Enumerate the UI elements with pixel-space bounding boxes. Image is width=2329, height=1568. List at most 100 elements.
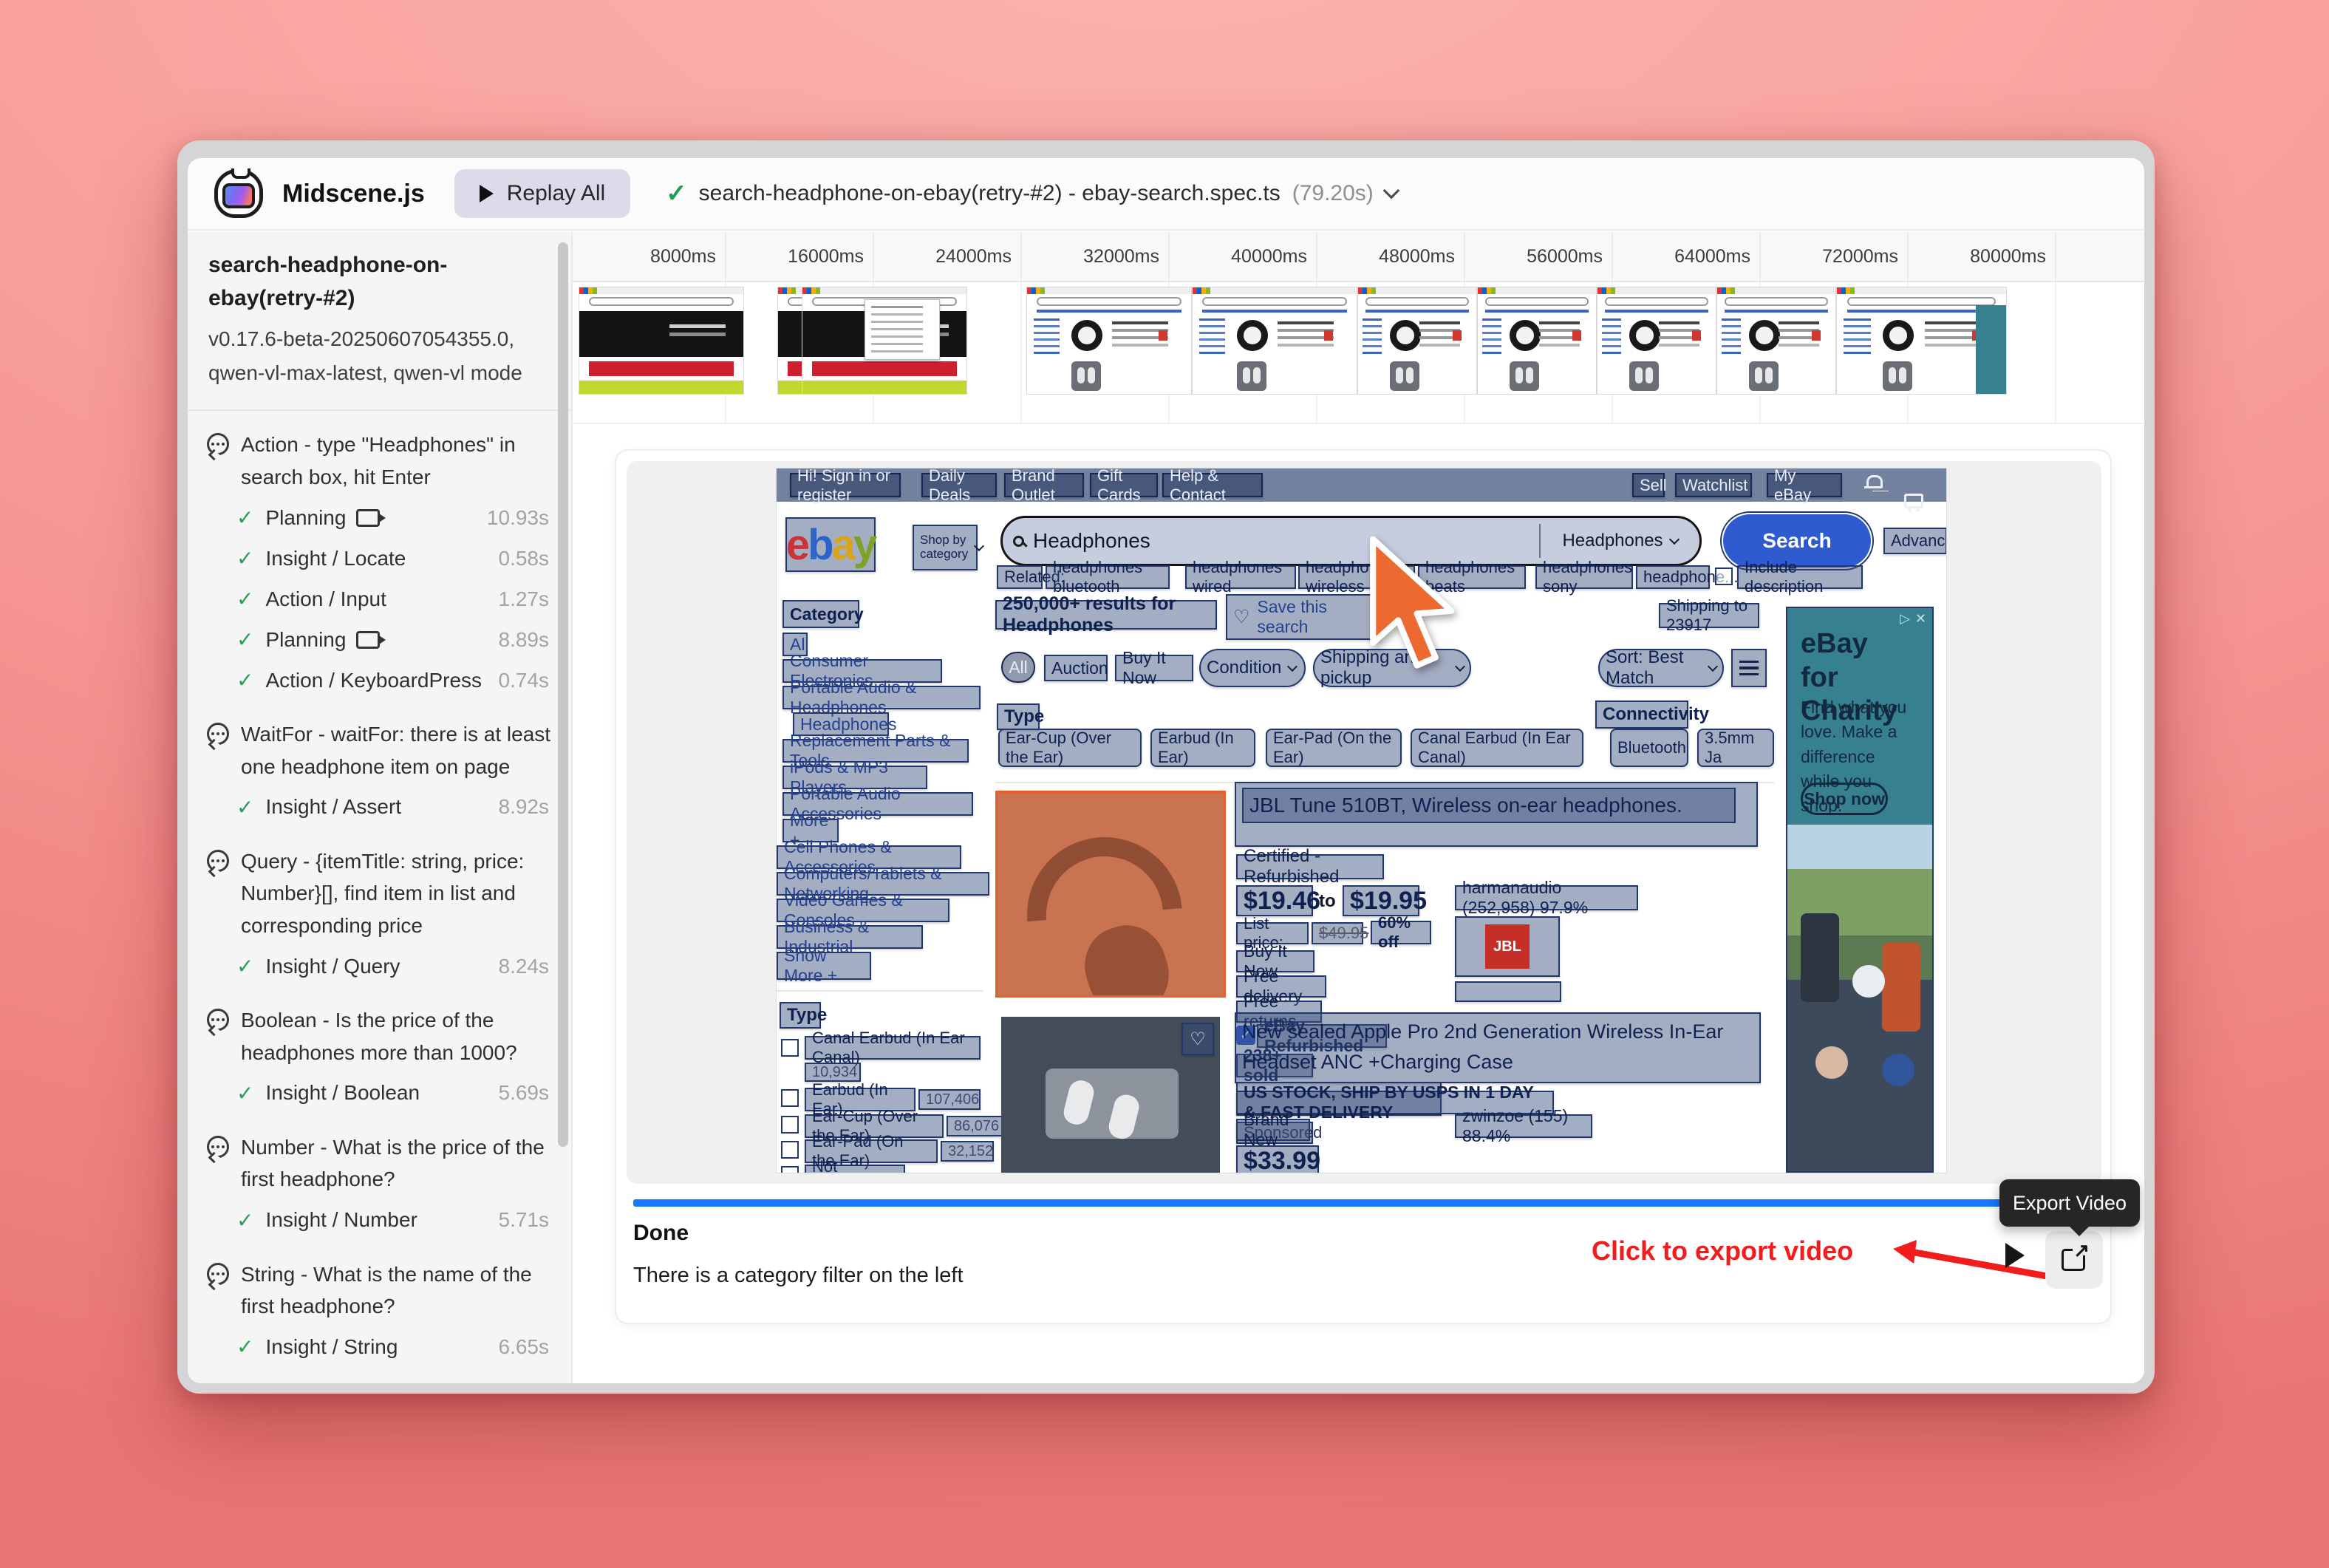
item2-image[interactable]: ♡ (1001, 1017, 1220, 1173)
item1-condition: Certified - Refurbished (1236, 854, 1384, 879)
step-group[interactable]: Query - {itemTitle: string, price: Numbe… (188, 828, 571, 946)
step-time: 8.89s (499, 628, 550, 652)
chevron-down-icon (1708, 661, 1718, 672)
sort-dropdown[interactable]: Sort: Best Match (1598, 649, 1724, 687)
step-row[interactable]: ✓Insight / Number5.71s (188, 1200, 571, 1241)
type-chip[interactable]: Ear-Cup (Over the Ear) (998, 729, 1142, 767)
rail-checkbox[interactable] (781, 1089, 799, 1107)
filter-buy-it-now[interactable]: Buy It Now (1115, 655, 1193, 681)
step-row[interactable]: ✓Planning10.93s (188, 497, 571, 538)
timeline-screenshot-thumbnail[interactable] (1597, 287, 1716, 395)
shop-by-category-dropdown[interactable]: Shop by category (913, 525, 978, 570)
connectivity-chip[interactable]: Bluetooth (1610, 729, 1688, 767)
ebay-nav-gift-cards[interactable]: Gift Cards (1090, 473, 1158, 497)
step-row[interactable]: ✓Insight / Boolean5.69s (188, 1073, 571, 1114)
view-list-icon[interactable] (1731, 649, 1767, 687)
cursor-icon (1368, 536, 1461, 669)
timeline-screenshot-thumbnail[interactable] (802, 287, 967, 395)
filter-all[interactable]: All (1001, 652, 1035, 683)
replay-all-button[interactable]: Replay All (454, 169, 630, 218)
item1-title-box[interactable]: JBL Tune 510BT, Wireless on-ear headphon… (1235, 782, 1758, 847)
watch-heart-icon[interactable]: ♡ (1181, 1023, 1214, 1055)
check-icon: ✓ (236, 1208, 253, 1233)
ebay-nav-myebay[interactable]: My eBay (1767, 473, 1842, 497)
timeline-screenshot-thumbnail[interactable] (1836, 287, 2007, 395)
main-area: 8000ms 16000ms 24000ms 32000ms 40000ms 4… (573, 232, 2144, 1383)
step-name: Planning (265, 506, 346, 530)
include-description-checkbox[interactable] (1715, 567, 1733, 585)
ebay-nav-signin[interactable]: Hi! Sign in or register (790, 473, 901, 497)
ebay-nav-sell[interactable]: Sell (1632, 473, 1665, 497)
rail-item[interactable]: Show More + (777, 952, 871, 980)
item2-seller[interactable]: zwinzoe (155) 88.4% (1455, 1114, 1592, 1138)
step-row[interactable]: ✓Insight / Query8.24s (188, 946, 571, 986)
rail-check-label[interactable]: Canal Earbud (In Ear Canal) (805, 1036, 981, 1060)
ebay-nav-help[interactable]: Help & Contact (1162, 473, 1263, 497)
related-chip[interactable]: headphones bluetooth (1046, 565, 1170, 589)
timeline-screenshot-thumbnail[interactable] (1192, 287, 1357, 395)
ad-close-icon[interactable]: ✕ (1915, 611, 1926, 627)
step-row[interactable]: ✓Planning8.89s (188, 619, 571, 660)
timeline-screenshot-thumbnail[interactable] (1477, 287, 1597, 395)
timeline-screenshot-thumbnail[interactable] (1026, 287, 1192, 395)
step-group[interactable]: Boolean - Is the price of the headphones… (188, 986, 571, 1073)
ebay-logo[interactable]: ebay (785, 517, 876, 572)
filter-auction[interactable]: Auction (1044, 655, 1108, 681)
step-row[interactable]: ✓Insight / String6.65s (188, 1326, 571, 1367)
rail-item[interactable]: Portable Audio & Headphones (782, 686, 981, 709)
bell-icon[interactable] (1864, 475, 1883, 493)
related-chip[interactable]: headphones wired (1185, 565, 1296, 589)
connectivity-section-label: Connectivity (1595, 701, 1688, 729)
type-chip[interactable]: Earbud (In Ear) (1150, 729, 1255, 767)
test-title: search-headphone-on-ebay(retry-#2) - eba… (699, 181, 1281, 206)
rail-checkbox[interactable] (781, 1141, 799, 1159)
type-chip[interactable]: Canal Earbud (In Ear Canal) (1411, 729, 1583, 767)
replay-progress-bar[interactable] (633, 1199, 2104, 1207)
step-group[interactable]: Locate - What is the location of the fir… (188, 1367, 571, 1383)
related-chip[interactable]: headphone... (1636, 565, 1710, 589)
case-title: search-headphone-on-ebay(retry-#2) (208, 248, 526, 315)
test-case-selector[interactable]: ✓ search-headphone-on-ebay(retry-#2) - e… (666, 179, 1397, 208)
item1-seller[interactable]: harmanaudio (252,958) 97.9% (1455, 885, 1638, 910)
rail-checkbox[interactable] (781, 1166, 799, 1173)
step-group[interactable]: WaitFor - waitFor: there is at least one… (188, 701, 571, 787)
type-chip[interactable]: Ear-Pad (On the Ear) (1266, 729, 1402, 767)
ebay-nav-daily-deals[interactable]: Daily Deals (921, 473, 997, 497)
advanced-link[interactable]: Advanced (1883, 528, 1947, 554)
message-icon (207, 433, 229, 455)
sidebar-scrollbar[interactable] (558, 242, 568, 1147)
rail-checkbox[interactable] (781, 1039, 799, 1057)
filter-condition[interactable]: Condition (1199, 649, 1306, 687)
rail-checkbox[interactable] (781, 1116, 799, 1134)
step-row[interactable]: ✓Action / KeyboardPress0.74s (188, 660, 571, 701)
play-button[interactable] (2005, 1243, 2025, 1268)
rail-check-label[interactable]: Not Specified (805, 1165, 905, 1173)
timeline-screenshot-thumbnail[interactable] (1357, 287, 1477, 395)
search-category-dropdown[interactable]: Headphones (1541, 531, 1699, 551)
step-group[interactable]: Number - What is the price of the first … (188, 1114, 571, 1200)
step-row[interactable]: ✓Insight / Assert8.92s (188, 787, 571, 828)
done-label: Done (633, 1221, 689, 1246)
adchoices-icon[interactable]: ▷ (1900, 611, 1910, 627)
located-item-highlight[interactable] (995, 791, 1226, 998)
related-chip[interactable]: headphones sony (1535, 565, 1633, 589)
cart-icon[interactable] (1904, 494, 1923, 508)
step-row[interactable]: ✓Insight / Locate0.58s (188, 538, 571, 579)
ebay-nav-watchlist[interactable]: Watchlist (1675, 473, 1752, 497)
step-row[interactable]: ✓Action / Input1.27s (188, 579, 571, 619)
export-video-button[interactable] (2045, 1231, 2103, 1289)
ebay-nav-brand-outlet[interactable]: Brand Outlet (1004, 473, 1084, 497)
save-search-button[interactable]: ♡ Save this search (1226, 594, 1381, 640)
connectivity-chip[interactable]: 3.5mm Ja (1697, 729, 1774, 767)
timeline-screenshot-thumbnail[interactable] (1716, 287, 1836, 395)
timeline-screenshot-thumbnail[interactable] (579, 287, 744, 395)
include-description-label[interactable]: Include description (1737, 565, 1863, 589)
item2-title-box[interactable]: New sealed Apple Pro 2nd Generation Wire… (1235, 1012, 1761, 1083)
midscene-report-window: Midscene.js Replay All ✓ search-headphon… (177, 140, 2155, 1394)
timeline-tick: 40000ms (1170, 232, 1317, 281)
step-group[interactable]: Action - type "Headphones" in search box… (188, 411, 571, 497)
ad-shop-now-button[interactable]: Shop now (1801, 783, 1888, 815)
charity-ad[interactable]: ▷ ✕ eBay for Charity Find what you love.… (1786, 607, 1934, 1173)
shipping-to[interactable]: Shipping to 23917 (1659, 603, 1759, 628)
step-group[interactable]: String - What is the name of the first h… (188, 1241, 571, 1327)
